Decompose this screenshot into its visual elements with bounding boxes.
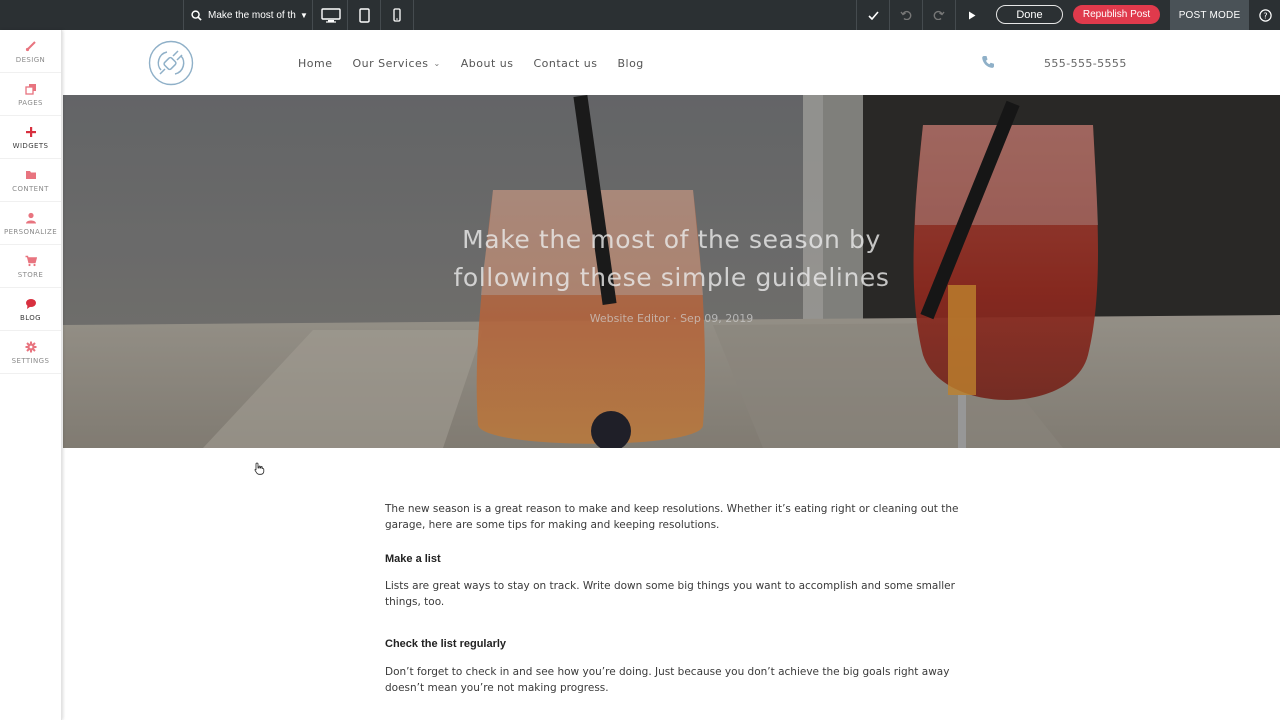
search-icon bbox=[191, 9, 202, 21]
mobile-icon bbox=[393, 8, 401, 22]
site-header: Home Our Services ⌄ About us Contact us B… bbox=[63, 30, 1280, 95]
sidebar-item-label: STORE bbox=[17, 270, 44, 279]
post-paragraph[interactable]: The new season is a great reason to make… bbox=[385, 501, 960, 533]
tablet-view-button[interactable] bbox=[348, 0, 381, 30]
speech-bubble-icon bbox=[25, 297, 37, 311]
sidebar-item-label: PERSONALIZE bbox=[3, 227, 58, 236]
sidebar-item-label: WIDGETS bbox=[12, 141, 49, 150]
cart-icon bbox=[25, 254, 37, 268]
hand-cursor-icon bbox=[254, 462, 265, 480]
play-icon bbox=[969, 11, 976, 19]
sidebar-item-settings[interactable]: SETTINGS bbox=[0, 331, 61, 374]
hero-banner[interactable]: Make the most of the season by following… bbox=[63, 95, 1280, 448]
gear-icon bbox=[25, 340, 37, 354]
page-selector-label: Make the most of th... bbox=[208, 9, 296, 21]
nav-item-label: Contact us bbox=[533, 57, 598, 70]
post-paragraph[interactable]: Don’t forget to check in and see how you… bbox=[385, 664, 960, 696]
nav-item-label: Our Services bbox=[352, 57, 429, 70]
nav-item-contact-us[interactable]: Contact us bbox=[533, 57, 597, 70]
editor-toolbar: Make the most of th... ▼ Done Republish … bbox=[0, 0, 1280, 30]
redo-icon bbox=[933, 10, 945, 20]
help-button[interactable]: ? bbox=[1252, 6, 1278, 24]
sidebar-item-label: DESIGN bbox=[15, 55, 46, 64]
chevron-down-icon: ⌄ bbox=[433, 59, 441, 68]
sidebar-item-blog[interactable]: BLOG bbox=[0, 288, 61, 331]
plus-icon bbox=[25, 125, 37, 139]
undo-button[interactable] bbox=[889, 0, 922, 30]
desktop-view-button[interactable] bbox=[314, 0, 348, 30]
toolbar-spacer bbox=[0, 0, 183, 30]
nav-item-label: About us bbox=[460, 57, 514, 70]
save-check-button[interactable] bbox=[856, 0, 889, 30]
mobile-view-button[interactable] bbox=[381, 0, 414, 30]
pages-icon bbox=[24, 82, 37, 96]
sidebar-item-personalize[interactable]: PERSONALIZE bbox=[0, 202, 61, 245]
phone-number[interactable]: 555-555-5555 bbox=[1044, 57, 1127, 70]
nav-item-label: Blog bbox=[617, 57, 644, 70]
sidebar-item-label: BLOG bbox=[20, 313, 41, 322]
sidebar-item-label: CONTENT bbox=[12, 184, 49, 193]
svg-text:?: ? bbox=[1263, 11, 1267, 20]
republish-post-button[interactable]: Republish Post bbox=[1073, 5, 1160, 24]
undo-icon bbox=[900, 10, 912, 20]
brush-icon bbox=[25, 39, 37, 53]
sidebar-item-pages[interactable]: PAGES bbox=[0, 73, 61, 116]
sidebar-item-widgets[interactable]: WIDGETS bbox=[0, 116, 61, 159]
sidebar-item-store[interactable]: STORE bbox=[0, 245, 61, 288]
nav-item-our-services[interactable]: Our Services ⌄ bbox=[352, 57, 440, 70]
tablet-icon bbox=[358, 7, 370, 23]
redo-button[interactable] bbox=[922, 0, 955, 30]
nav-item-home[interactable]: Home bbox=[298, 57, 332, 70]
post-heading[interactable]: Make a list bbox=[385, 553, 441, 565]
post-paragraph[interactable]: Lists are great ways to stay on track. W… bbox=[385, 578, 960, 610]
post-mode-label: POST MODE bbox=[1170, 0, 1249, 30]
post-heading[interactable]: Check the list regularly bbox=[385, 638, 506, 650]
chevron-down-icon: ▼ bbox=[300, 10, 308, 20]
editor-sidebar: DESIGN PAGES WIDGETS CONTENT PERSONALIZE… bbox=[0, 30, 62, 720]
nav-item-label: Home bbox=[298, 57, 333, 70]
help-icon: ? bbox=[1258, 8, 1272, 22]
main-nav: Home Our Services ⌄ About us Contact us B… bbox=[298, 57, 664, 70]
sidebar-item-design[interactable]: DESIGN bbox=[0, 30, 61, 73]
nav-item-blog[interactable]: Blog bbox=[617, 57, 643, 70]
post-meta: Website Editor · Sep 09, 2019 bbox=[589, 312, 754, 325]
person-icon bbox=[25, 211, 37, 225]
phone-icon bbox=[981, 55, 995, 74]
sidebar-item-content[interactable]: CONTENT bbox=[0, 159, 61, 202]
preview-button[interactable] bbox=[955, 0, 988, 30]
page-selector[interactable]: Make the most of th... ▼ bbox=[183, 0, 313, 30]
post-title-line: following these simple guidelines bbox=[453, 263, 890, 292]
post-title-line: Make the most of the season by bbox=[462, 225, 881, 254]
folder-icon bbox=[25, 168, 37, 182]
post-title[interactable]: Make the most of the season by following… bbox=[63, 221, 1280, 297]
logo-plug-icon[interactable] bbox=[148, 40, 194, 86]
desktop-icon bbox=[320, 7, 341, 23]
done-button[interactable]: Done bbox=[996, 5, 1063, 24]
nav-item-about-us[interactable]: About us bbox=[461, 57, 514, 70]
sidebar-item-label: PAGES bbox=[18, 98, 43, 107]
check-icon bbox=[867, 10, 879, 20]
sidebar-item-label: SETTINGS bbox=[11, 356, 50, 365]
